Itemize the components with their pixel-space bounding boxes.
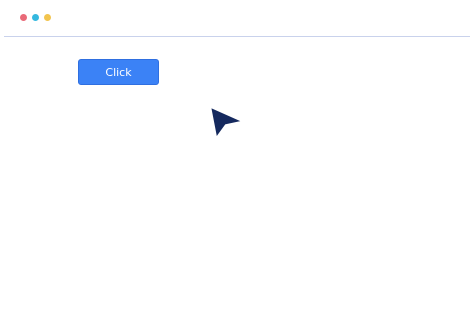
mouse-pointer-icon [211,108,241,136]
window-titlebar [0,0,474,37]
app-window: Click [0,0,474,315]
click-button[interactable]: Click [78,59,159,85]
mouse-pointer-shape [211,108,241,136]
titlebar-divider [4,36,470,37]
window-minimize-control[interactable] [32,14,39,21]
window-maximize-control[interactable] [44,14,51,21]
window-close-control[interactable] [20,14,27,21]
